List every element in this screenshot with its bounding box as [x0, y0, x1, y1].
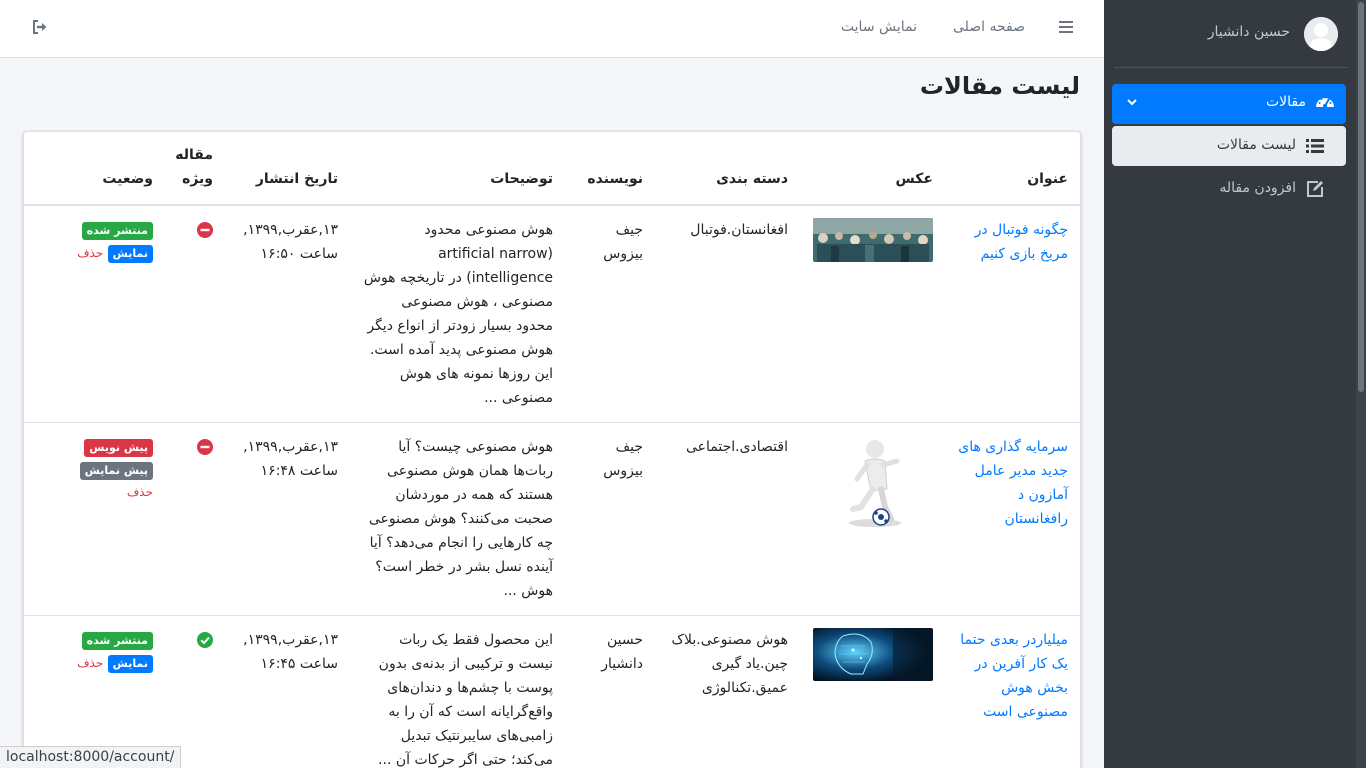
- status-badge: منتشر شده: [81, 221, 153, 240]
- header-publish-date: تاریخ انتشار: [225, 132, 350, 206]
- article-publish-date: ۱۳,عقرب,۱۳۹۹, ساعت ۱۶:۴۵: [225, 614, 350, 768]
- article-thumbnail: [813, 217, 933, 262]
- delete-link[interactable]: حذف: [77, 656, 103, 670]
- article-title-link[interactable]: سرمایه گذاری های جدید مدیر عامل آمازون د…: [958, 439, 1068, 527]
- header-status: وضعیت: [24, 132, 165, 206]
- article-thumbnail: [813, 627, 933, 681]
- article-description: هوش مصنوعی چیست؟ آیا ربات‌ها همان هوش مص…: [350, 421, 565, 616]
- avatar: [1304, 17, 1338, 51]
- article-title-link[interactable]: چگونه فوتبال در مریخ بازی کنیم: [975, 222, 1068, 262]
- article-author: جیف بیزوس: [565, 421, 655, 616]
- browser-status-url: localhost:8000/account/: [0, 746, 182, 768]
- preview-badge[interactable]: پیش نمایش: [79, 461, 153, 480]
- article-author: جیف بیزوس: [565, 204, 655, 423]
- page-title: لیست مقالات: [919, 72, 1080, 100]
- check-circle-icon: [197, 631, 213, 648]
- delete-link[interactable]: حذف: [127, 485, 153, 499]
- article-category: هوش مصنوعی.بلاک چین.یاد گیری عمیق.تکنالو…: [655, 614, 800, 768]
- header-description: توضیحات: [350, 132, 565, 206]
- user-avatar-icon: [1304, 17, 1338, 51]
- article-thumbnail: [813, 434, 933, 531]
- table-header-row: عنوان عکس دسته بندی نویسنده توضیحات تاری…: [24, 132, 1080, 206]
- header-special: مقاله ویژه: [165, 132, 225, 206]
- table-row: چگونه فوتبال در مریخ بازی کنیم افغانستان…: [24, 204, 1080, 423]
- header-author: نویسنده: [565, 132, 655, 206]
- articles-table: عنوان عکس دسته بندی نویسنده توضیحات تاری…: [24, 132, 1080, 768]
- header-image: عکس: [800, 132, 945, 206]
- sidebar-item-articles[interactable]: مقالات: [1112, 84, 1346, 124]
- view-badge[interactable]: نمایش: [107, 244, 153, 263]
- sidebar-scrollbar[interactable]: [1356, 0, 1366, 768]
- article-author: حسین دانشیار: [565, 614, 655, 768]
- user-name[interactable]: حسین دانشیار: [1208, 24, 1290, 40]
- minus-circle-icon: [197, 221, 213, 238]
- header-category: دسته بندی: [655, 132, 800, 206]
- sidebar-item-label: افزودن مقاله: [1219, 180, 1296, 196]
- sidebar-item-label: لیست مقالات: [1216, 137, 1296, 153]
- sidebar-item-add-article[interactable]: افزودن مقاله: [1112, 169, 1346, 209]
- articles-card: عنوان عکس دسته بندی نویسنده توضیحات تاری…: [23, 131, 1081, 768]
- table-row: میلیاردر بعدی حتما یک کار آفرین در بخش ه…: [24, 614, 1080, 768]
- home-link[interactable]: صفحه اصلی: [953, 19, 1025, 35]
- hamburger-icon[interactable]: [1058, 19, 1074, 35]
- scrollbar-thumb[interactable]: [1358, 2, 1364, 392]
- top-navbar: صفحه اصلی نمایش سایت: [0, 0, 1104, 58]
- sidebar: حسین دانشیار مقالات لیست مقالات افزودن م…: [1104, 0, 1366, 768]
- view-badge[interactable]: نمایش: [107, 654, 153, 673]
- sign-out-icon[interactable]: [32, 19, 48, 35]
- sidebar-item-article-list[interactable]: لیست مقالات: [1112, 126, 1346, 166]
- article-publish-date: ۱۳,عقرب,۱۳۹۹, ساعت ۱۶:۴۸: [225, 421, 350, 616]
- user-panel: حسین دانشیار: [1114, 0, 1348, 68]
- table-row: سرمایه گذاری های جدید مدیر عامل آمازون د…: [24, 421, 1080, 616]
- article-category: افغانستان.فوتبال: [655, 204, 800, 423]
- delete-link[interactable]: حذف: [77, 246, 103, 260]
- article-category: اقتصادی.اجتماعی: [655, 421, 800, 616]
- article-description: هوش مصنوعی محدود (artificial narrow inte…: [350, 204, 565, 423]
- edit-icon: [1307, 181, 1323, 197]
- sidebar-item-label: مقالات: [1265, 94, 1306, 110]
- article-description: این محصول فقط یک ربات نیست و ترکیبی از ب…: [350, 614, 565, 768]
- view-site-link[interactable]: نمایش سایت: [841, 19, 917, 35]
- header-title: عنوان: [945, 132, 1080, 206]
- chevron-down-icon: [1127, 99, 1137, 106]
- minus-circle-icon: [197, 438, 213, 455]
- list-icon: [1306, 139, 1324, 153]
- article-publish-date: ۱۳,عقرب,۱۳۹۹, ساعت ۱۶:۵۰: [225, 204, 350, 423]
- status-badge: منتشر شده: [81, 631, 153, 650]
- status-badge: پیش نویس: [84, 438, 153, 457]
- tachometer-icon: [1316, 96, 1334, 108]
- article-title-link[interactable]: میلیاردر بعدی حتما یک کار آفرین در بخش ه…: [960, 632, 1068, 720]
